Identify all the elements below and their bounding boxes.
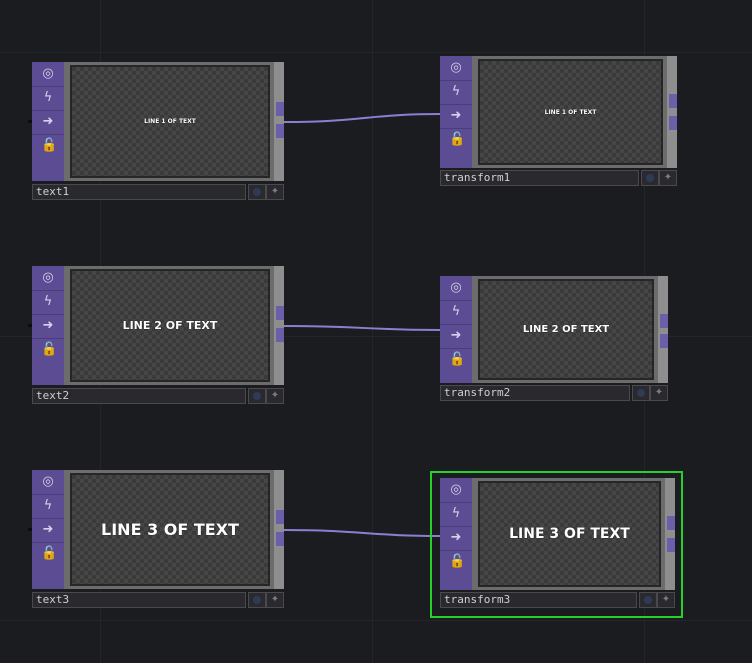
output-connector[interactable] xyxy=(276,306,284,320)
node-flag-button[interactable] xyxy=(641,170,659,186)
output-bar xyxy=(667,56,677,168)
output-connector[interactable] xyxy=(667,538,675,552)
output-bar xyxy=(274,62,284,181)
lock-icon[interactable]: 🔓 xyxy=(41,139,57,153)
bypass-arrow-icon[interactable]: ➜ xyxy=(41,523,55,537)
lock-icon[interactable]: 🔓 xyxy=(449,353,465,367)
bypass-arrow-icon[interactable]: ➜ xyxy=(449,531,463,545)
node-name-label[interactable]: transform2 xyxy=(440,385,630,401)
viewer-toggle-icon[interactable]: ◎ xyxy=(41,67,55,81)
node-flag-button[interactable] xyxy=(248,592,266,608)
node-viewer[interactable]: LINE 2 OF TEXT xyxy=(70,269,270,382)
output-connector[interactable] xyxy=(276,102,284,116)
viewer-toggle-icon[interactable]: ◎ xyxy=(449,61,463,75)
node-viewer[interactable]: LINE 2 OF TEXT xyxy=(478,279,654,380)
preview-text: LINE 3 OF TEXT xyxy=(509,526,630,542)
node-name-label[interactable]: text2 xyxy=(32,388,246,404)
node-viewer[interactable]: LINE 1 OF TEXT xyxy=(70,65,270,178)
operator-node-text1[interactable]: ◎ ϟ ➜ 🔓 LINE 1 OF TEXT text1 ✦ xyxy=(28,62,284,200)
cook-icon[interactable]: ϟ xyxy=(449,305,463,319)
node-flag-button[interactable] xyxy=(632,385,650,401)
output-bar xyxy=(658,276,668,383)
node-name-label[interactable]: text1 xyxy=(32,184,246,200)
cook-icon[interactable]: ϟ xyxy=(449,507,463,521)
operator-node-transform3[interactable]: ◎ ϟ ➜ 🔓 LINE 3 OF TEXT transform3 ✦ xyxy=(440,478,675,612)
bypass-arrow-icon[interactable]: ➜ xyxy=(41,319,55,333)
preview-text: LINE 3 OF TEXT xyxy=(101,520,239,539)
output-connector[interactable] xyxy=(669,94,677,108)
output-bar xyxy=(274,470,284,589)
node-viewer[interactable]: LINE 1 OF TEXT xyxy=(478,59,663,165)
cook-icon[interactable]: ϟ xyxy=(41,295,55,309)
lock-icon[interactable]: 🔓 xyxy=(41,343,57,357)
output-connector[interactable] xyxy=(276,510,284,524)
operator-node-transform2[interactable]: ◎ ϟ ➜ 🔓 LINE 2 OF TEXT transform2 ✦ xyxy=(440,276,668,402)
node-name-label[interactable]: transform3 xyxy=(440,592,637,608)
wire-text3-transform3[interactable] xyxy=(283,529,441,537)
operator-node-text2[interactable]: ◎ ϟ ➜ 🔓 LINE 2 OF TEXT text2 ✦ xyxy=(28,266,284,404)
wire-text2-transform2[interactable] xyxy=(283,325,441,331)
wire-text1-transform1[interactable] xyxy=(283,113,441,123)
node-pin-icon[interactable]: ✦ xyxy=(266,388,284,404)
preview-text: LINE 2 OF TEXT xyxy=(122,319,218,332)
lock-icon[interactable]: 🔓 xyxy=(449,133,465,147)
output-bar xyxy=(274,266,284,385)
node-name-label[interactable]: text3 xyxy=(32,592,246,608)
operator-node-text3[interactable]: ◎ ϟ ➜ 🔓 LINE 3 OF TEXT text3 ✦ xyxy=(28,470,284,608)
node-flag-button[interactable] xyxy=(248,388,266,404)
output-connector[interactable] xyxy=(276,532,284,546)
node-viewer[interactable]: LINE 3 OF TEXT xyxy=(70,473,270,586)
operator-node-transform1[interactable]: ◎ ϟ ➜ 🔓 LINE 1 OF TEXT transform1 ✦ xyxy=(440,56,677,187)
bypass-arrow-icon[interactable]: ➜ xyxy=(41,115,55,129)
cook-icon[interactable]: ϟ xyxy=(41,499,55,513)
node-name-label[interactable]: transform1 xyxy=(440,170,639,186)
preview-text: LINE 1 OF TEXT xyxy=(144,118,196,125)
output-connector[interactable] xyxy=(276,124,284,138)
node-pin-icon[interactable]: ✦ xyxy=(266,184,284,200)
bypass-arrow-icon[interactable]: ➜ xyxy=(449,109,463,123)
viewer-toggle-icon[interactable]: ◎ xyxy=(41,475,55,489)
node-pin-icon[interactable]: ✦ xyxy=(657,592,675,608)
lock-icon[interactable]: 🔓 xyxy=(449,555,465,569)
output-connector[interactable] xyxy=(667,516,675,530)
output-bar xyxy=(665,478,675,590)
node-pin-icon[interactable]: ✦ xyxy=(659,170,677,186)
cook-icon[interactable]: ϟ xyxy=(41,91,55,105)
lock-icon[interactable]: 🔓 xyxy=(41,547,57,561)
viewer-toggle-icon[interactable]: ◎ xyxy=(449,483,463,497)
preview-text: LINE 1 OF TEXT xyxy=(544,108,597,116)
viewer-toggle-icon[interactable]: ◎ xyxy=(449,281,463,295)
node-flag-button[interactable] xyxy=(639,592,657,608)
output-connector[interactable] xyxy=(660,314,668,328)
node-viewer[interactable]: LINE 3 OF TEXT xyxy=(478,481,661,587)
preview-text: LINE 2 OF TEXT xyxy=(522,324,610,335)
node-flag-button[interactable] xyxy=(248,184,266,200)
node-pin-icon[interactable]: ✦ xyxy=(266,592,284,608)
cook-icon[interactable]: ϟ xyxy=(449,85,463,99)
bypass-arrow-icon[interactable]: ➜ xyxy=(449,329,463,343)
viewer-toggle-icon[interactable]: ◎ xyxy=(41,271,55,285)
output-connector[interactable] xyxy=(276,328,284,342)
output-connector[interactable] xyxy=(669,116,677,130)
node-pin-icon[interactable]: ✦ xyxy=(650,385,668,401)
output-connector[interactable] xyxy=(660,334,668,348)
